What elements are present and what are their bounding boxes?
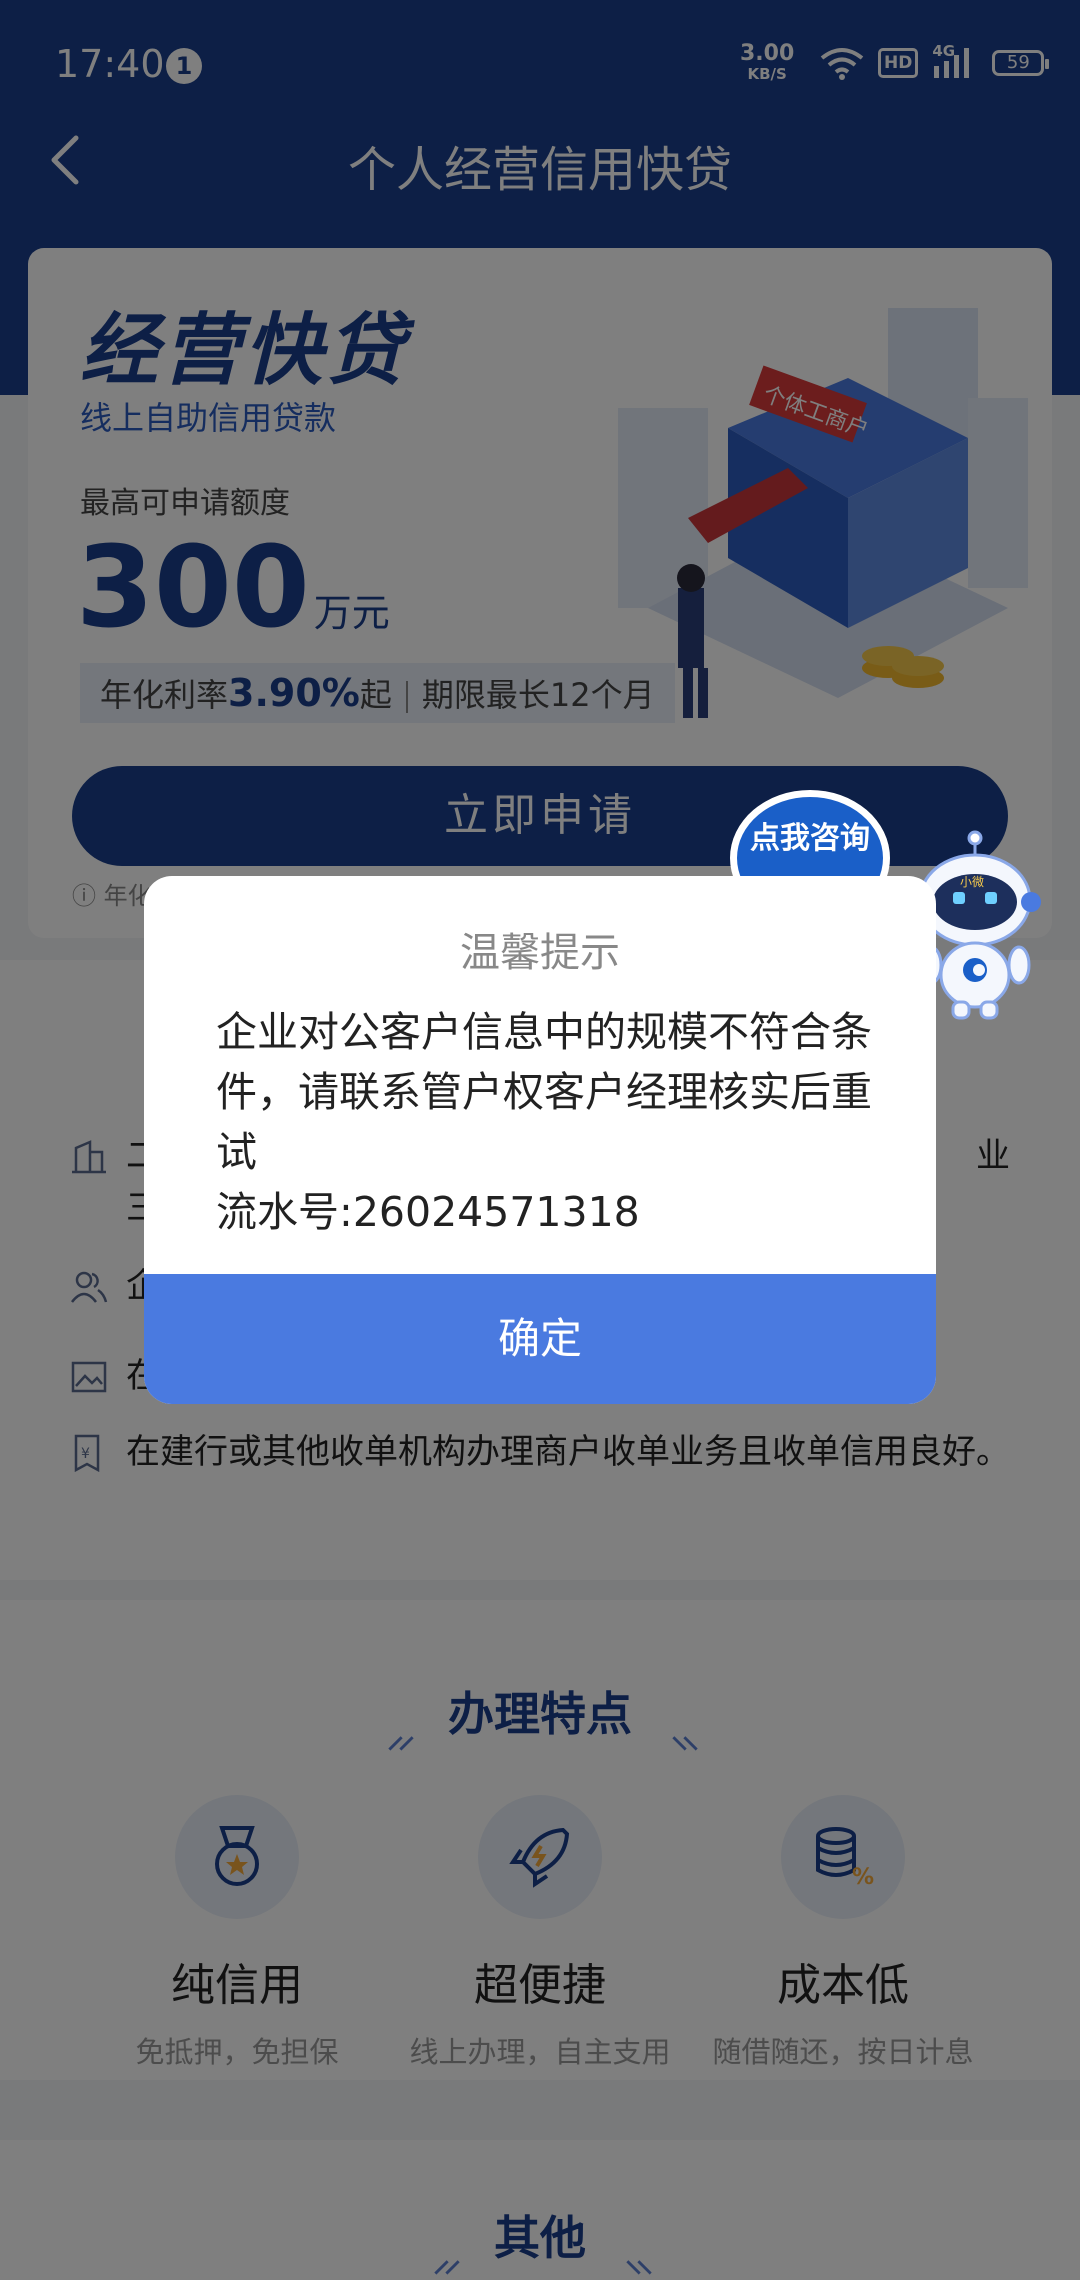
dialog-title: 温馨提示 [460, 930, 620, 976]
dialog-serial-number: 流水号:26024571318 [216, 1188, 640, 1236]
dialog-confirm-button[interactable]: 确定 [144, 1274, 936, 1404]
robot-badge: 小微 [960, 875, 984, 889]
dialog-message: 企业对公客户信息中的规模不符合条件，请联系管户权客户经理核实后重试 [216, 1008, 872, 1176]
dialog-body: 企业对公客户信息中的规模不符合条件，请联系管户权客户经理核实后重试 流水号:26… [216, 1002, 876, 1242]
alert-dialog: 温馨提示 企业对公客户信息中的规模不符合条件，请联系管户权客户经理核实后重试 流… [144, 876, 936, 1404]
